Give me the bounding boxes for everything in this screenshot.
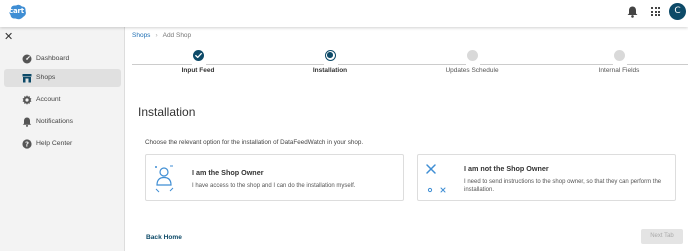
step-label-installation: Installation [312, 67, 348, 74]
sidebar-item-shops[interactable]: Shops [4, 69, 121, 87]
option-card-shop-owner[interactable]: I am the Shop Owner I have access to the… [145, 154, 404, 201]
sidebar-item-label: Dashboard [36, 55, 70, 62]
help-icon: ? [22, 139, 32, 149]
breadcrumb-current: Add Shop [162, 32, 192, 39]
stepper-line [338, 64, 466, 65]
sidebar-item-notifications[interactable]: Notifications [4, 113, 121, 131]
svg-text:?: ? [25, 141, 29, 149]
option-title: I am not the Shop Owner [464, 164, 549, 173]
sidebar-item-label: Help Center [36, 140, 73, 147]
page-title: Installation [138, 105, 196, 119]
page-intro-text: Choose the relevant option for the insta… [145, 139, 364, 146]
sidebar-item-account[interactable]: Account [4, 91, 121, 109]
sidebar: ✕ Dashboard Shops Account Notifications [0, 27, 125, 251]
step-label-updates-schedule: Updates Schedule [445, 67, 499, 74]
dashboard-icon [22, 54, 32, 64]
stepper-line [206, 64, 324, 65]
breadcrumb-shops-link[interactable]: Shops [132, 32, 150, 39]
sidebar-item-help-center[interactable]: ? Help Center [4, 135, 121, 153]
sidebar-item-label: Shops [36, 74, 56, 81]
step-installation-current-icon[interactable] [325, 50, 336, 61]
shop-owner-person-icon [155, 165, 174, 193]
step-internal-fields-icon[interactable] [614, 50, 625, 61]
sidebar-item-label: Account [36, 96, 61, 103]
step-label-input-feed: Input Feed [181, 67, 215, 74]
progress-stepper: Input Feed Installation Updates Schedule… [132, 48, 688, 78]
shop-icon [22, 74, 32, 83]
sidebar-item-label: Notifications [36, 118, 74, 125]
top-bar: cart C [0, 0, 688, 27]
notifications-bell-icon[interactable] [627, 6, 638, 18]
option-card-not-shop-owner[interactable]: I am not the Shop Owner I need to send i… [417, 154, 676, 201]
option-description: I have access to the shop and I can do t… [192, 183, 356, 189]
option-title: I am the Shop Owner [192, 168, 264, 177]
user-avatar[interactable]: C [669, 3, 686, 20]
stepper-line [480, 64, 613, 65]
apps-grid-icon[interactable] [651, 7, 660, 16]
stepper-line [627, 64, 688, 65]
step-label-internal-fields: Internal Fields [598, 67, 640, 74]
breadcrumb-separator-icon: › [155, 32, 158, 39]
bell-icon [22, 117, 32, 127]
not-shop-owner-cross-icon [426, 164, 446, 193]
sidebar-item-dashboard[interactable]: Dashboard [4, 50, 121, 68]
checkmark-icon [195, 52, 202, 59]
option-description: I need to send instructions to the shop … [464, 179, 662, 193]
logo-text: cart [9, 7, 24, 15]
stepper-line [132, 64, 192, 65]
next-tab-button[interactable]: Next Tab [641, 229, 683, 244]
step-updates-schedule-icon[interactable] [467, 50, 478, 61]
breadcrumb: Shops › Add Shop [132, 32, 191, 39]
close-sidebar-icon[interactable]: ✕ [4, 31, 13, 42]
gear-icon [22, 95, 32, 105]
back-home-link[interactable]: Back Home [146, 234, 182, 241]
step-input-feed-done-icon[interactable] [193, 50, 204, 61]
